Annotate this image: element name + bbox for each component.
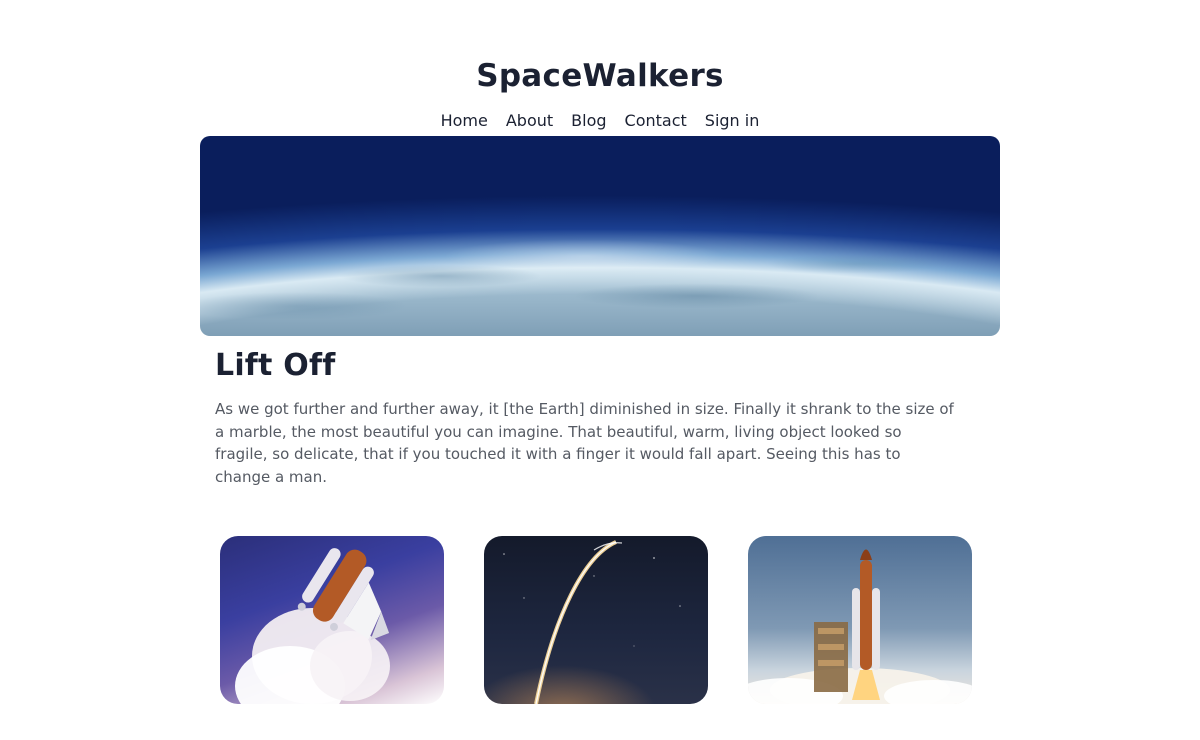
- article-body: As we got further and further away, it […: [215, 400, 954, 486]
- launch-pad-illustration: [748, 549, 972, 704]
- space-shuttle-image[interactable]: [220, 536, 444, 704]
- site-title: SpaceWalkers: [476, 58, 724, 94]
- main-nav: Home About Blog Contact Sign in: [0, 111, 1200, 130]
- nav-link-sign-in[interactable]: Sign in: [705, 111, 760, 130]
- nav-link-about[interactable]: About: [506, 111, 553, 130]
- rocket-trail-illustration: [503, 540, 681, 704]
- space-shuttle-illustration: [235, 548, 390, 704]
- nav-link-blog[interactable]: Blog: [571, 111, 606, 130]
- rocket-trail-image[interactable]: [484, 536, 708, 704]
- nav-link-home[interactable]: Home: [441, 111, 488, 130]
- article-title: Lift Off: [215, 348, 336, 383]
- nav-link-contact[interactable]: Contact: [625, 111, 687, 130]
- launch-pad-image[interactable]: [748, 536, 972, 704]
- earth-horizon-image: [200, 136, 1000, 336]
